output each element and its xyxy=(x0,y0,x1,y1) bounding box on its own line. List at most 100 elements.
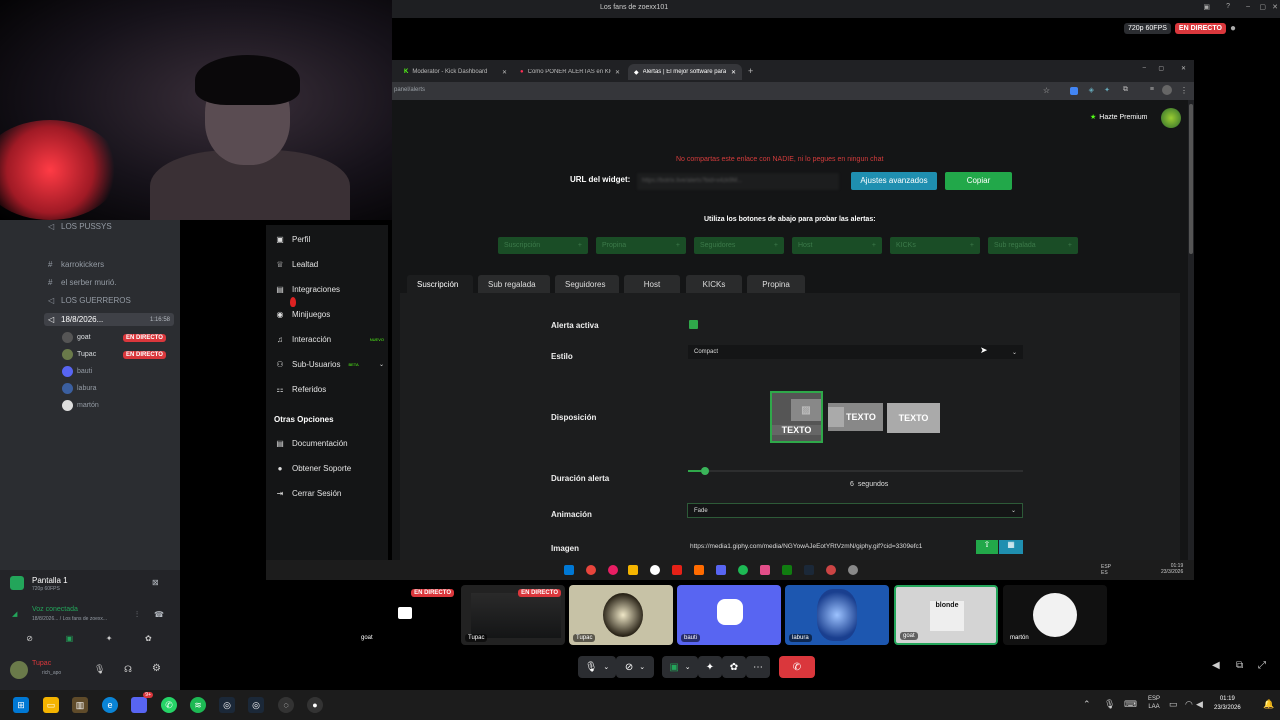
browser-menu-icon[interactable]: ⋮ xyxy=(1180,86,1188,95)
test-propina-button[interactable]: Propina + xyxy=(596,237,686,254)
layout-option-image-left[interactable]: TEXTO xyxy=(828,403,883,431)
steam-icon[interactable]: ◎ xyxy=(248,697,264,713)
browser-close-icon[interactable]: ✕ xyxy=(1181,65,1186,72)
maximize-icon[interactable]: ▢ xyxy=(1259,3,1266,11)
app-icon[interactable]: ▥ xyxy=(72,697,88,713)
tab-propina[interactable]: Propina xyxy=(747,275,805,293)
test-suscripcion-button[interactable]: Suscripción + xyxy=(498,237,588,254)
participant-tile-goat-cam[interactable]: blonde goat xyxy=(894,585,998,645)
extensions-puzzle-icon[interactable]: ⧉ xyxy=(1123,86,1128,94)
voice-user-tupac[interactable]: Tupac EN DIRECTO xyxy=(62,349,166,360)
nav-lealtad[interactable]: ♕ Lealtad xyxy=(276,260,318,269)
volume-icon[interactable]: ◀ xyxy=(1212,660,1220,671)
alert-active-checkbox[interactable] xyxy=(689,320,698,329)
duration-slider-track[interactable] xyxy=(688,467,1023,475)
scrollbar-thumb[interactable] xyxy=(1189,104,1193,254)
upload-icon[interactable]: ⇧ xyxy=(976,540,998,554)
nav-integraciones[interactable]: ▤ Integraciones xyxy=(276,285,340,294)
stop-share-icon[interactable]: ⊠ xyxy=(152,578,159,587)
tab-como-poner-alertas[interactable]: ● Como PONER ALERTAS en KICK ✕ xyxy=(514,64,626,80)
discord-icon[interactable]: 9+ xyxy=(131,692,153,713)
browser-minimize-icon[interactable]: – xyxy=(1143,65,1146,71)
new-tab-icon[interactable]: + xyxy=(748,66,753,76)
voice-user-marton[interactable]: martón xyxy=(62,400,99,411)
share-screen-icon[interactable]: ▣ xyxy=(66,634,74,643)
style-select[interactable]: Compact ⌄ xyxy=(688,345,1023,359)
tab-kicks[interactable]: KICKs xyxy=(686,275,742,293)
system-clock[interactable]: 01:19 23/3/2026 xyxy=(1214,695,1241,713)
test-sub-regalada-button[interactable]: Sub regalada + xyxy=(988,237,1078,254)
inbox-icon[interactable]: ▣ xyxy=(1203,3,1210,11)
camera-toggle-button[interactable]: ⊘ ⌄ xyxy=(616,656,654,678)
channel-karrokickers[interactable]: # karrokickers xyxy=(48,260,104,269)
notifications-icon[interactable]: 🔔 xyxy=(1263,699,1274,710)
whatsapp-icon[interactable]: ✆ xyxy=(161,697,177,713)
soundboard-button[interactable]: ✿ xyxy=(722,656,746,678)
tab-sub-regalada[interactable]: Sub regalada xyxy=(478,275,550,293)
disconnect-icon[interactable]: ☎ xyxy=(154,610,164,619)
extension-icon[interactable]: ✦ xyxy=(1104,86,1110,94)
fullscreen-icon[interactable]: ⤢ xyxy=(1258,660,1266,671)
close-icon[interactable]: ✕ xyxy=(1272,3,1278,11)
minimize-icon[interactable]: – xyxy=(1246,3,1250,10)
participant-tile-bauti[interactable]: bauti xyxy=(677,585,781,645)
wifi-icon[interactable]: ◠ xyxy=(1185,699,1193,710)
tab-seguidores[interactable]: Seguidores xyxy=(555,275,619,293)
address-bar[interactable]: panel/alerts xyxy=(394,87,425,93)
widget-url-field[interactable]: https://botrix.live/alerts?bid=x4zk9M... xyxy=(637,173,839,190)
extension-icon[interactable] xyxy=(1070,87,1078,95)
spotify-icon[interactable]: ≋ xyxy=(190,697,206,713)
nav-cerrar-sesion[interactable]: ⇥ Cerrar Sesión xyxy=(276,489,342,498)
nav-obtener-soporte[interactable]: ● Obtener Soporte xyxy=(276,464,352,473)
media-icon[interactable]: ≡ xyxy=(1150,86,1154,93)
volume-icon[interactable]: ◀ xyxy=(1196,699,1203,710)
app-icon[interactable]: ◌ xyxy=(278,697,294,713)
tab-close-icon[interactable]: ✕ xyxy=(615,69,620,76)
more-button[interactable]: ⋯ xyxy=(746,656,770,678)
voice-user-goat[interactable]: goat EN DIRECTO xyxy=(62,332,166,343)
participant-tile-tupac-stream[interactable]: EN DIRECTO Tupac xyxy=(461,585,565,645)
popout-icon[interactable]: ⧉ xyxy=(1236,660,1243,671)
keyboard-icon[interactable]: ⌨ xyxy=(1124,699,1137,710)
nav-sub-usuarios[interactable]: ⚇ Sub-Usuarios BETA ⌄ xyxy=(276,360,384,369)
tab-alertas[interactable]: ◆ Alertas | El mejor software para ✕ xyxy=(628,64,742,80)
nav-perfil[interactable]: ▣ Perfil xyxy=(276,235,310,244)
nav-minijuegos[interactable]: ◉ Minijuegos xyxy=(276,310,331,319)
gallery-icon[interactable]: ▦ xyxy=(999,540,1023,554)
layout-option-text-only[interactable]: TEXTO xyxy=(887,403,940,433)
image-url-field[interactable]: https://media1.giphy.com/media/NGYowAJeE… xyxy=(690,543,975,550)
file-explorer-icon[interactable]: ▭ xyxy=(43,697,59,713)
participant-tile-labura[interactable]: labura xyxy=(785,585,889,645)
channel-el-serber[interactable]: # el serber murió. xyxy=(48,278,117,287)
copy-button[interactable]: Copiar xyxy=(945,172,1012,190)
voice-user-bauti[interactable]: bauti xyxy=(62,366,92,377)
help-icon[interactable]: ? xyxy=(1226,3,1230,10)
headphones-icon[interactable]: ☊ xyxy=(124,664,132,675)
steam-icon[interactable]: ◎ xyxy=(219,697,235,713)
language-indicator[interactable]: ESP LAA xyxy=(1148,695,1160,711)
activities-icon[interactable]: ✦ xyxy=(106,634,113,643)
more-icon[interactable]: ● xyxy=(1230,23,1236,34)
soundboard-icon[interactable]: ✿ xyxy=(145,634,152,643)
user-avatar[interactable] xyxy=(10,661,28,679)
tab-close-icon[interactable]: ✕ xyxy=(502,69,507,76)
nav-referidos[interactable]: ⚏ Referidos xyxy=(276,385,326,394)
channel-los-pussys[interactable]: ◁ LOS PUSSYS xyxy=(48,222,112,231)
participant-tile-tupac[interactable]: Tupac xyxy=(569,585,673,645)
mic-toggle-button[interactable]: 🎙 ⌄ xyxy=(578,656,616,678)
page-scrollbar[interactable] xyxy=(1188,100,1194,560)
test-host-button[interactable]: Host + xyxy=(792,237,882,254)
animation-select[interactable]: Fade ⌄ xyxy=(687,503,1023,518)
test-seguidores-button[interactable]: Seguidores + xyxy=(694,237,784,254)
microphone-icon[interactable]: 🎙 xyxy=(1104,699,1115,710)
test-kicks-button[interactable]: KICKs + xyxy=(890,237,980,254)
user-avatar[interactable] xyxy=(1161,108,1181,128)
settings-icon[interactable]: ⚙ xyxy=(152,663,161,674)
screen-share-button[interactable]: ▣ ⌄ xyxy=(662,656,698,678)
nav-documentacion[interactable]: ▤ Documentación xyxy=(276,439,347,448)
tab-close-icon[interactable]: ✕ xyxy=(731,69,736,76)
bookmark-icon[interactable]: ☆ xyxy=(1043,86,1050,95)
premium-link[interactable]: ★ Hazte Premium xyxy=(1090,113,1148,122)
noise-icon[interactable]: ⫶ xyxy=(136,610,138,620)
participant-tile-goat[interactable]: EN DIRECTO goat xyxy=(354,585,458,645)
